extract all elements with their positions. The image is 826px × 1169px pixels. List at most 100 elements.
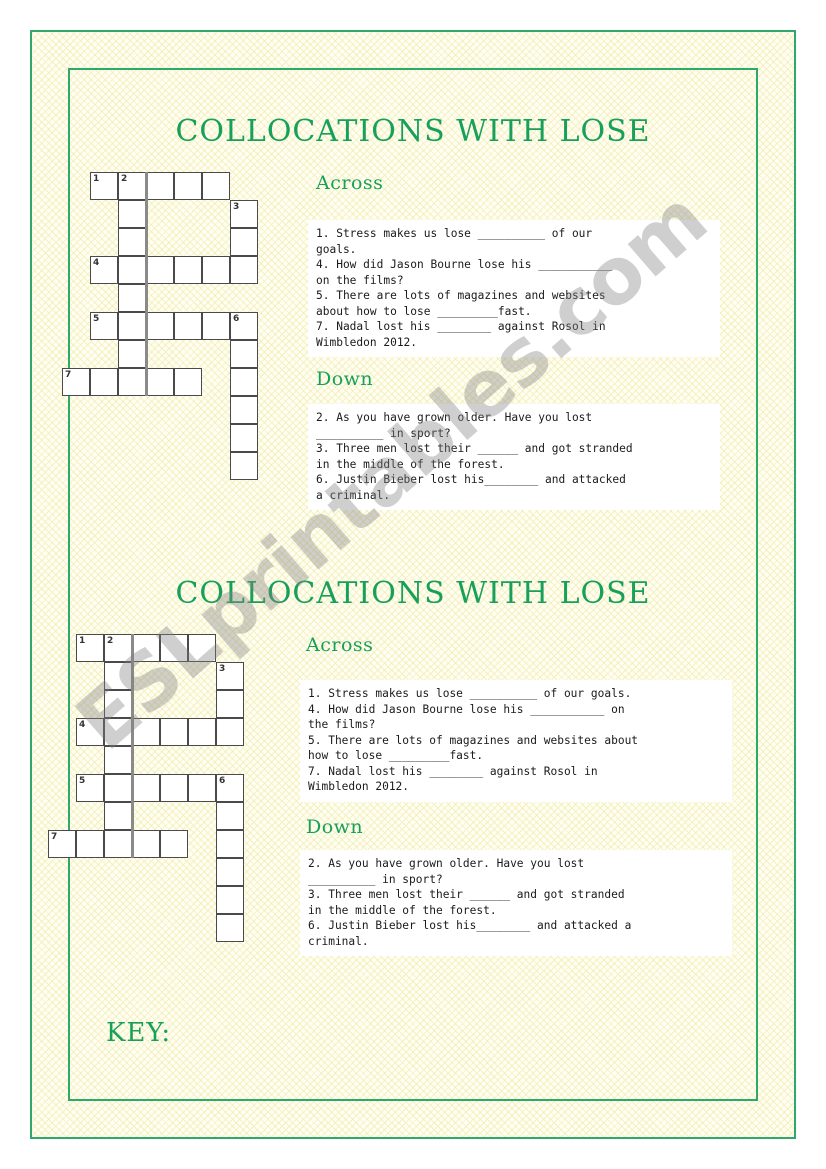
down-clues: 2. As you have grown older. Have you los… [308, 404, 720, 510]
crossword-cell-numbered[interactable]: 7 [62, 368, 90, 396]
crossword-cell-numbered[interactable]: 5 [76, 774, 104, 802]
crossword-cell[interactable] [174, 256, 202, 284]
crossword-cell-number: 5 [93, 314, 100, 324]
crossword-cell[interactable] [230, 256, 258, 284]
crossword-cell[interactable] [202, 312, 230, 340]
crossword-cell[interactable] [104, 662, 132, 690]
crossword-cell[interactable] [118, 284, 146, 312]
crossword-divider [131, 634, 134, 858]
crossword-cell-number: 1 [93, 174, 100, 184]
crossword-cell-number: 7 [65, 370, 72, 380]
crossword-cell-number: 4 [93, 258, 100, 268]
crossword-cell[interactable] [118, 256, 146, 284]
crossword-cell-number: 2 [121, 174, 128, 184]
crossword-cell[interactable] [104, 718, 132, 746]
crossword-cell[interactable] [216, 802, 244, 830]
crossword-cell-numbered[interactable]: 1 [76, 634, 104, 662]
crossword-cell[interactable] [146, 312, 174, 340]
crossword-grid[interactable]: 1 2 3 4 5 6 7 [62, 172, 286, 496]
crossword-cell-number: 1 [79, 636, 86, 646]
crossword-cell[interactable] [174, 172, 202, 200]
crossword-cell[interactable] [146, 256, 174, 284]
crossword-cell-numbered[interactable]: 3 [216, 662, 244, 690]
crossword-cell-number: 7 [51, 832, 58, 842]
crossword-cell[interactable] [118, 228, 146, 256]
across-heading: Across [316, 172, 384, 194]
crossword-cells[interactable]: 1 2 3 4 5 6 7 [62, 172, 286, 496]
crossword-cell[interactable] [216, 718, 244, 746]
crossword-cell[interactable] [188, 774, 216, 802]
crossword-cell[interactable] [146, 172, 174, 200]
crossword-cell-numbered[interactable]: 7 [48, 830, 76, 858]
worksheet-page: COLLOCATIONS WITH LOSE 1 2 3 4 5 6 7 Across 1.… [0, 0, 826, 1169]
crossword-cell-numbered[interactable]: 5 [90, 312, 118, 340]
crossword-cell-number: 3 [233, 202, 240, 212]
crossword-cell-numbered[interactable]: 3 [230, 200, 258, 228]
across-clues: 1. Stress makes us lose __________ of ou… [300, 680, 732, 802]
crossword-cell[interactable] [216, 830, 244, 858]
page-title: COLLOCATIONS WITH LOSE [175, 576, 651, 611]
crossword-cell[interactable] [202, 172, 230, 200]
across-clues: 1. Stress makes us lose __________ of ou… [308, 220, 720, 357]
crossword-divider [145, 172, 148, 396]
crossword-cell[interactable] [188, 718, 216, 746]
crossword-cell-number: 2 [107, 636, 114, 646]
crossword-cell[interactable] [104, 774, 132, 802]
crossword-cell[interactable] [132, 634, 160, 662]
across-heading: Across [306, 634, 374, 656]
crossword-cell[interactable] [104, 830, 132, 858]
crossword-cell[interactable] [174, 312, 202, 340]
crossword-cell[interactable] [104, 690, 132, 718]
crossword-cell[interactable] [118, 340, 146, 368]
page-title: COLLOCATIONS WITH LOSE [175, 114, 651, 149]
crossword-cell-numbered[interactable]: 1 [90, 172, 118, 200]
worksheet-copy-2: COLLOCATIONS WITH LOSE 1 2 3 4 5 6 7 Across 1.… [0, 558, 826, 998]
crossword-cell[interactable] [216, 858, 244, 886]
crossword-cell-number: 6 [219, 776, 226, 786]
down-clues: 2. As you have grown older. Have you los… [300, 850, 732, 956]
crossword-cell[interactable] [132, 774, 160, 802]
crossword-cell[interactable] [160, 634, 188, 662]
crossword-cell[interactable] [90, 368, 118, 396]
crossword-cell[interactable] [104, 746, 132, 774]
crossword-cell[interactable] [202, 256, 230, 284]
crossword-cell[interactable] [230, 424, 258, 452]
crossword-cell[interactable] [104, 802, 132, 830]
crossword-cell[interactable] [160, 830, 188, 858]
crossword-cell[interactable] [118, 368, 146, 396]
crossword-cell-number: 5 [79, 776, 86, 786]
crossword-cell[interactable] [132, 830, 160, 858]
key-label: KEY: [106, 1018, 172, 1048]
crossword-cell[interactable] [160, 718, 188, 746]
crossword-cell-numbered[interactable]: 6 [230, 312, 258, 340]
crossword-cell[interactable] [118, 312, 146, 340]
crossword-grid[interactable]: 1 2 3 4 5 6 7 [48, 634, 272, 958]
crossword-cell[interactable] [132, 718, 160, 746]
crossword-cell-numbered[interactable]: 2 [104, 634, 132, 662]
crossword-cell-number: 3 [219, 664, 226, 674]
crossword-cells[interactable]: 1 2 3 4 5 6 7 [48, 634, 272, 958]
crossword-cell-numbered[interactable]: 2 [118, 172, 146, 200]
worksheet-copy-1: COLLOCATIONS WITH LOSE 1 2 3 4 5 6 7 Across 1.… [0, 96, 826, 536]
crossword-cell[interactable] [118, 200, 146, 228]
crossword-cell-numbered[interactable]: 6 [216, 774, 244, 802]
crossword-cell[interactable] [230, 340, 258, 368]
crossword-cell[interactable] [230, 452, 258, 480]
crossword-cell[interactable] [76, 830, 104, 858]
crossword-cell[interactable] [160, 774, 188, 802]
crossword-cell-numbered[interactable]: 4 [76, 718, 104, 746]
crossword-cell[interactable] [230, 228, 258, 256]
crossword-cell-numbered[interactable]: 4 [90, 256, 118, 284]
crossword-cell-number: 4 [79, 720, 86, 730]
crossword-cell[interactable] [230, 368, 258, 396]
crossword-cell[interactable] [146, 368, 174, 396]
crossword-cell[interactable] [216, 914, 244, 942]
down-heading: Down [306, 816, 364, 838]
crossword-cell[interactable] [174, 368, 202, 396]
crossword-cell[interactable] [216, 690, 244, 718]
crossword-cell[interactable] [216, 886, 244, 914]
crossword-cell[interactable] [230, 396, 258, 424]
crossword-cell-number: 6 [233, 314, 240, 324]
crossword-cell[interactable] [188, 634, 216, 662]
down-heading: Down [316, 368, 374, 390]
